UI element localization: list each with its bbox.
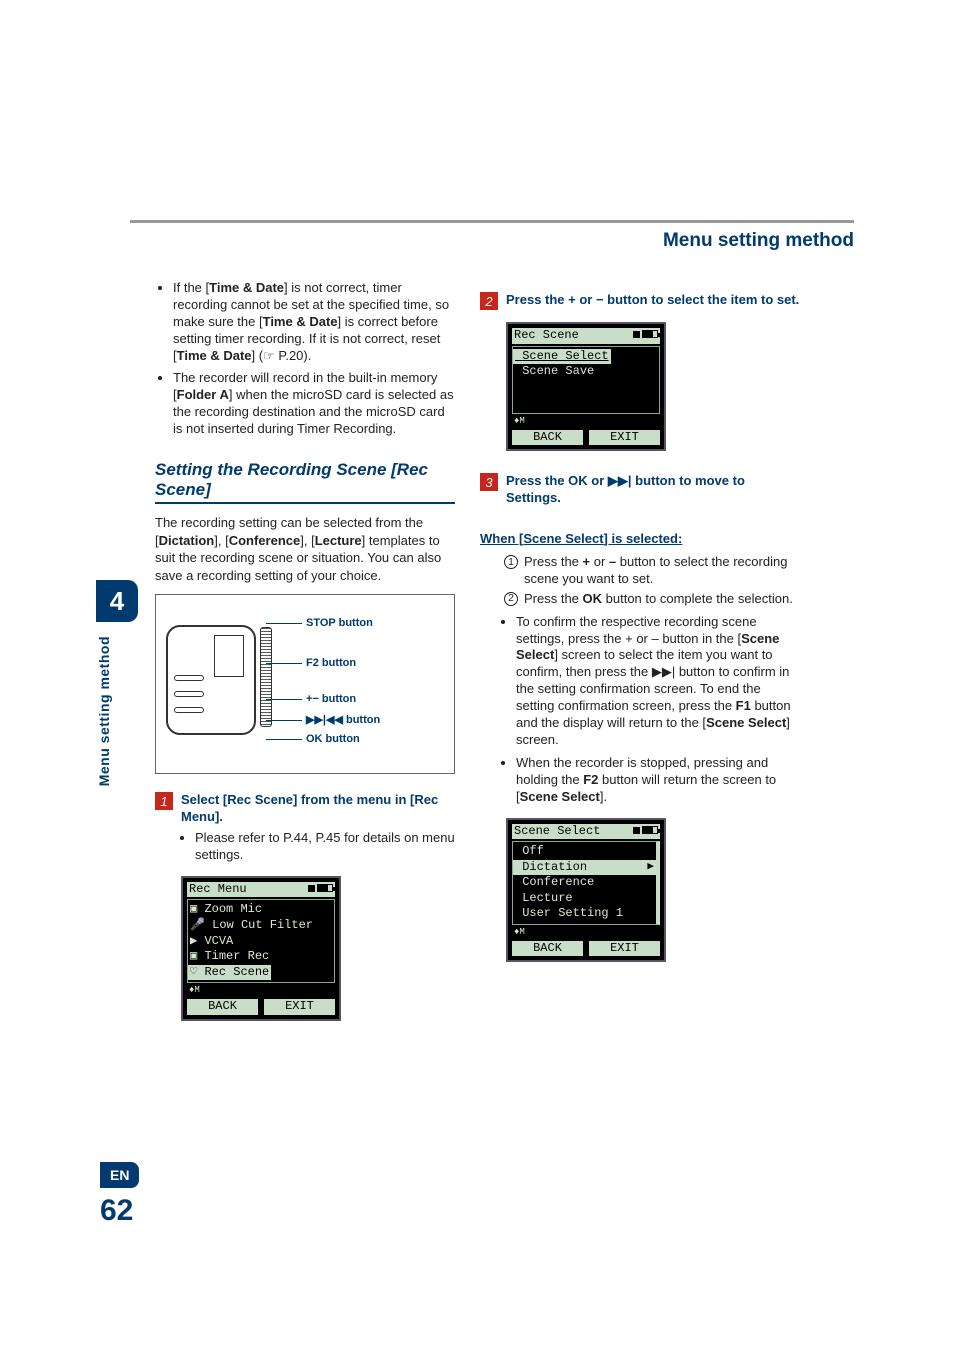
callout-stop-button: STOP button: [306, 617, 373, 629]
lcd1-row: ▶ VCVA: [188, 934, 334, 950]
callout-plus-minus-button: +− button: [306, 693, 356, 705]
step-2: 2 Press the + or − button to select the …: [480, 292, 800, 310]
lcd3-highlight: Dictation▶: [513, 860, 656, 876]
battery-icon: [633, 328, 658, 344]
lcd3-row: Conference: [513, 875, 656, 891]
section-title-rec-scene: Setting the Recording Scene [Rec Scene]: [155, 460, 455, 504]
lcd1-back-button: BACK: [187, 999, 258, 1015]
sidebar-section-label: Menu setting method: [96, 636, 112, 786]
header-rule: [130, 220, 854, 223]
lcd1-row: ▣ Timer Rec: [188, 949, 334, 965]
lcd-rec-scene: Rec Scene Scene Select Scene Save ♦M BAC…: [506, 322, 666, 451]
lcd-scene-select: Scene Select Off Dictation▶ Conference L…: [506, 818, 666, 963]
lcd-rec-menu: Rec Menu ▣ Zoom Mic 🎤 Low Cut Filter ▶ V…: [181, 876, 341, 1021]
lcd3-back-button: BACK: [512, 941, 583, 957]
lcd3-exit-button: EXIT: [589, 941, 660, 957]
lcd3-row: Lecture: [513, 891, 656, 907]
lcd2-row: Scene Save: [513, 364, 659, 380]
battery-icon: [308, 882, 333, 898]
circle-2-icon: 2: [504, 592, 518, 606]
lcd2-back-button: BACK: [512, 430, 583, 446]
step-1-sub-item: Please refer to P.44, P.45 for details o…: [195, 830, 455, 864]
lcd1-row: ▣ Zoom Mic: [188, 902, 334, 918]
step-1-text: Select [Rec Scene] from the menu in [Rec…: [181, 792, 455, 826]
lcd3-row: User Setting 1: [513, 906, 656, 922]
right-column: 2 Press the + or − button to select the …: [480, 280, 800, 968]
when-scene-select-title: When [Scene Select] is selected:: [480, 531, 800, 546]
sidebar: 4 Menu setting method: [96, 580, 138, 786]
numbered-item-2: 2 Press the OK button to complete the se…: [504, 591, 800, 608]
page-number: 62: [100, 1194, 133, 1228]
callout-f2-button: F2 button: [306, 657, 356, 669]
section-intro: The recording setting can be selected fr…: [155, 514, 455, 584]
lcd2-highlight: Scene Select: [513, 349, 611, 365]
step-2-text: Press the + or − button to select the it…: [506, 292, 799, 309]
circle-1-icon: 1: [504, 555, 518, 569]
step-1-sub: Please refer to P.44, P.45 for details o…: [155, 830, 455, 864]
step-2-number: 2: [480, 292, 498, 310]
step-3: 3 Press the OK or ▶▶| button to move to …: [480, 473, 800, 507]
callout-skip-buttons: ▶▶|◀◀ button: [306, 713, 380, 726]
callout-ok-button: OK button: [306, 733, 360, 745]
numbered-list: 1 Press the + or – button to select the …: [480, 554, 800, 608]
note-time-date: If the [Time & Date] is not correct, tim…: [173, 280, 455, 364]
lcd2-title: Rec Scene: [514, 328, 579, 344]
language-badge: EN: [100, 1162, 139, 1188]
device-diagram: STOP button F2 button +− button ▶▶|◀◀ bu…: [155, 594, 455, 774]
notes-list: If the [Time & Date] is not correct, tim…: [155, 280, 455, 438]
device-outline: [166, 615, 276, 755]
lcd1-highlight: ♡ Rec Scene: [188, 965, 271, 981]
chevron-right-icon: ▶: [647, 860, 654, 876]
chapter-number: 4: [96, 580, 138, 622]
bullet-list-right: To confirm the respective recording scen…: [480, 614, 800, 806]
note-folder-a: The recorder will record in the built-in…: [173, 370, 455, 438]
lcd2-exit-button: EXIT: [589, 430, 660, 446]
lcd3-title: Scene Select: [514, 824, 600, 840]
step-3-number: 3: [480, 473, 498, 491]
battery-icon: [633, 824, 658, 840]
lcd1-row: 🎤 Low Cut Filter: [188, 918, 334, 934]
step-1: 1 Select [Rec Scene] from the menu in [R…: [155, 792, 455, 826]
lcd1-title: Rec Menu: [189, 882, 247, 898]
bullet-f2-hold: When the recorder is stopped, pressing a…: [516, 755, 800, 806]
lcd3-row: Off: [513, 844, 656, 860]
step-1-number: 1: [155, 792, 173, 810]
bullet-confirm-scene: To confirm the respective recording scen…: [516, 614, 800, 749]
page-title: Menu setting method: [663, 230, 854, 252]
step-3-text: Press the OK or ▶▶| button to move to Se…: [506, 473, 800, 507]
lcd1-exit-button: EXIT: [264, 999, 335, 1015]
left-column: If the [Time & Date] is not correct, tim…: [155, 280, 455, 1027]
numbered-item-1: 1 Press the + or – button to select the …: [504, 554, 800, 588]
